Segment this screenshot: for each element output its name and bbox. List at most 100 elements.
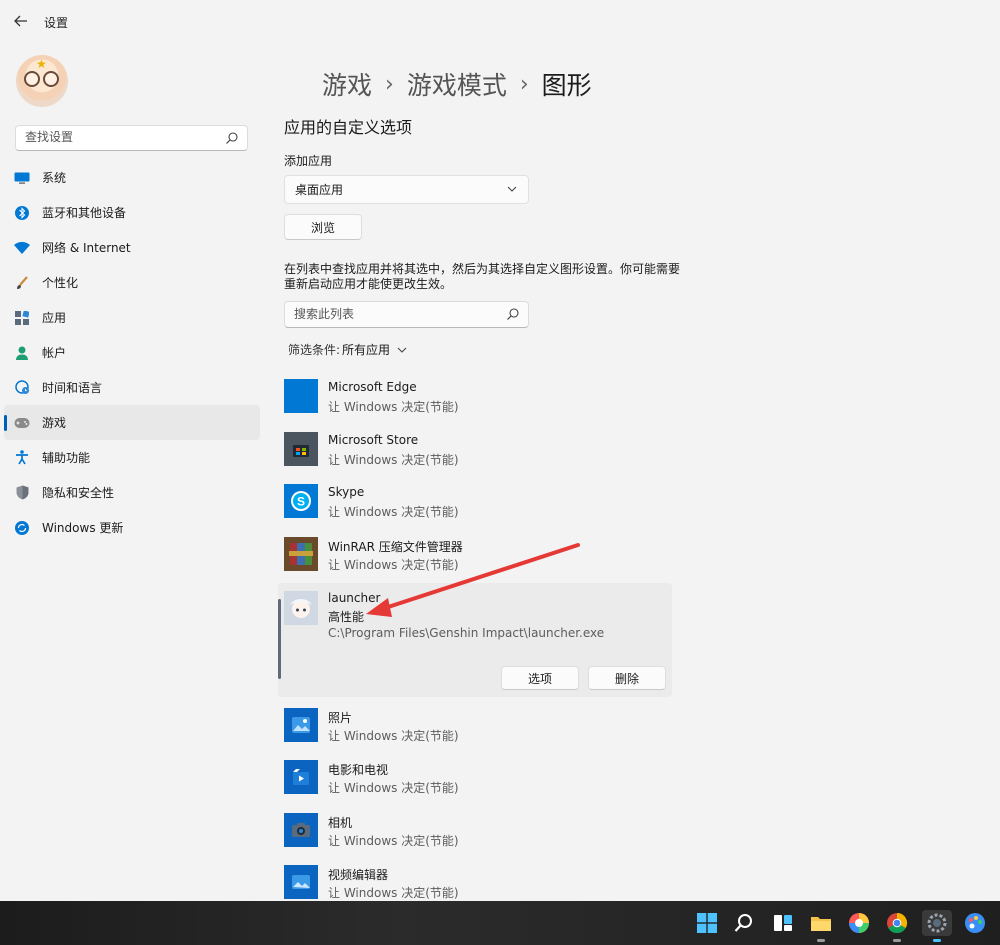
app-mode: 让 Windows 决定(节能) bbox=[328, 505, 459, 519]
settings-search-input[interactable] bbox=[25, 130, 225, 144]
app-list-item-winrar[interactable]: WinRAR 压缩文件管理器 让 Windows 决定(节能) bbox=[284, 534, 674, 584]
start-icon[interactable] bbox=[694, 910, 720, 936]
file-explorer-icon[interactable] bbox=[808, 910, 834, 942]
app-mode: 高性能 bbox=[328, 610, 365, 624]
remove-button[interactable]: 删除 bbox=[588, 666, 666, 690]
app-name: 视频编辑器 bbox=[328, 868, 389, 882]
paint-icon[interactable] bbox=[962, 910, 988, 936]
list-search-input[interactable] bbox=[294, 307, 494, 321]
app-list-item-edge[interactable]: Microsoft Edge 让 Windows 决定(节能) bbox=[284, 376, 674, 426]
movies-icon bbox=[284, 760, 318, 794]
section-title: 应用的自定义选项 bbox=[284, 118, 413, 137]
colorful-app-icon[interactable] bbox=[846, 910, 872, 936]
sidebar-item-label: 隐私和安全性 bbox=[42, 486, 115, 500]
breadcrumb-item-gaming[interactable]: 游戏 bbox=[322, 66, 372, 102]
sidebar-nav: 系统 蓝牙和其他设备 网络 & Internet 个性化 应用 帐户 时间和语言… bbox=[4, 160, 260, 545]
filter-value: 所有应用 bbox=[342, 343, 391, 357]
app-title: 设置 bbox=[44, 16, 69, 30]
camera-icon bbox=[284, 813, 318, 847]
edge-icon bbox=[284, 379, 318, 413]
sidebar-item-gaming[interactable]: 游戏 bbox=[4, 405, 260, 440]
app-mode: 让 Windows 决定(节能) bbox=[328, 453, 459, 467]
winrar-icon bbox=[284, 537, 318, 571]
active-indicator bbox=[933, 939, 941, 942]
app-list-item-photos[interactable]: 照片 让 Windows 决定(节能) bbox=[284, 705, 674, 755]
wifi-icon bbox=[14, 240, 30, 256]
filter-control[interactable]: 筛选条件: 所有应用 bbox=[288, 341, 408, 358]
sidebar-item-label: 辅助功能 bbox=[42, 451, 91, 465]
app-mode: 让 Windows 决定(节能) bbox=[328, 886, 459, 900]
sidebar-item-time-language[interactable]: 时间和语言 bbox=[4, 370, 260, 405]
options-button[interactable]: 选项 bbox=[501, 666, 579, 690]
skype-icon: S bbox=[284, 484, 318, 518]
sidebar-item-accessibility[interactable]: 辅助功能 bbox=[4, 440, 260, 475]
breadcrumb-separator: › bbox=[519, 71, 529, 97]
chevron-down-icon bbox=[397, 347, 407, 353]
app-list-item-launcher-expanded[interactable]: launcher 高性能 C:\Program Files\Genshin Im… bbox=[278, 583, 672, 697]
settings-search-box[interactable] bbox=[15, 125, 248, 151]
sidebar-item-personalization[interactable]: 个性化 bbox=[4, 265, 260, 300]
title-bar: 设置 bbox=[0, 0, 1000, 44]
app-mode: 让 Windows 决定(节能) bbox=[328, 834, 459, 848]
app-name: Microsoft Edge bbox=[328, 380, 417, 394]
description-text: 在列表中查找应用并将其选中，然后为其选择自定义图形设置。你可能需要重新启动应用才… bbox=[284, 262, 681, 291]
person-icon bbox=[14, 345, 30, 361]
app-name: Skype bbox=[328, 485, 365, 499]
browse-button[interactable]: 浏览 bbox=[284, 214, 362, 240]
globe-clock-icon bbox=[14, 380, 30, 396]
app-list-item-camera[interactable]: 相机 让 Windows 决定(节能) bbox=[284, 810, 674, 860]
gamepad-icon bbox=[14, 415, 30, 431]
video-editor-icon bbox=[284, 865, 318, 899]
app-path: C:\Program Files\Genshin Impact\launcher… bbox=[328, 626, 605, 640]
search-icon[interactable] bbox=[731, 910, 757, 936]
apps-icon bbox=[14, 310, 30, 326]
sidebar-item-label: 个性化 bbox=[42, 276, 79, 290]
app-name: 照片 bbox=[328, 711, 353, 725]
running-indicator bbox=[893, 939, 901, 942]
app-name: launcher bbox=[328, 591, 381, 605]
list-search-box[interactable] bbox=[284, 301, 529, 328]
app-list-item-skype[interactable]: S Skype 让 Windows 决定(节能) bbox=[284, 481, 674, 531]
brush-icon bbox=[14, 275, 30, 291]
app-mode: 让 Windows 决定(节能) bbox=[328, 400, 459, 414]
sidebar-item-bluetooth[interactable]: 蓝牙和其他设备 bbox=[4, 195, 260, 230]
app-name: WinRAR 压缩文件管理器 bbox=[328, 540, 463, 554]
add-app-label: 添加应用 bbox=[284, 154, 333, 168]
sidebar-item-network[interactable]: 网络 & Internet bbox=[4, 230, 260, 265]
avatar-face-right bbox=[43, 71, 59, 87]
back-arrow-icon bbox=[14, 15, 27, 27]
sidebar-item-label: 蓝牙和其他设备 bbox=[42, 206, 127, 220]
sidebar-item-windows-update[interactable]: Windows 更新 bbox=[4, 510, 260, 545]
app-name: 电影和电视 bbox=[328, 763, 389, 777]
app-name: Microsoft Store bbox=[328, 433, 419, 447]
accessibility-icon bbox=[14, 450, 30, 466]
sidebar-item-privacy[interactable]: 隐私和安全性 bbox=[4, 475, 260, 510]
settings-icon[interactable] bbox=[922, 910, 952, 942]
back-button[interactable] bbox=[10, 10, 32, 32]
app-list-item-movies[interactable]: 电影和电视 让 Windows 决定(节能) bbox=[284, 757, 674, 807]
chrome-icon[interactable] bbox=[884, 910, 910, 942]
sidebar-item-label: 时间和语言 bbox=[42, 381, 103, 395]
app-list-item-store[interactable]: Microsoft Store 让 Windows 决定(节能) bbox=[284, 429, 674, 479]
update-icon bbox=[14, 520, 30, 536]
store-icon bbox=[284, 432, 318, 466]
sidebar-item-apps[interactable]: 应用 bbox=[4, 300, 260, 335]
app-mode: 让 Windows 决定(节能) bbox=[328, 729, 459, 743]
sidebar-item-label: 应用 bbox=[42, 311, 67, 325]
avatar-face-left bbox=[24, 71, 40, 87]
running-indicator bbox=[817, 939, 825, 942]
sidebar-item-system[interactable]: 系统 bbox=[4, 160, 260, 195]
sidebar-item-accounts[interactable]: 帐户 bbox=[4, 335, 260, 370]
app-mode: 让 Windows 决定(节能) bbox=[328, 781, 459, 795]
app-type-dropdown[interactable]: 桌面应用 bbox=[284, 175, 529, 204]
app-type-selected: 桌面应用 bbox=[295, 183, 344, 197]
chevron-down-icon bbox=[507, 186, 517, 192]
breadcrumb-separator: › bbox=[385, 71, 394, 97]
avatar[interactable]: ★ bbox=[16, 55, 68, 107]
photos-icon bbox=[284, 708, 318, 742]
breadcrumb-item-game-mode[interactable]: 游戏模式 bbox=[407, 66, 507, 102]
app-mode: 让 Windows 决定(节能) bbox=[328, 558, 459, 572]
sidebar-item-label: 系统 bbox=[42, 171, 67, 185]
app-name: 相机 bbox=[328, 816, 353, 830]
task-view-icon[interactable] bbox=[770, 910, 796, 936]
